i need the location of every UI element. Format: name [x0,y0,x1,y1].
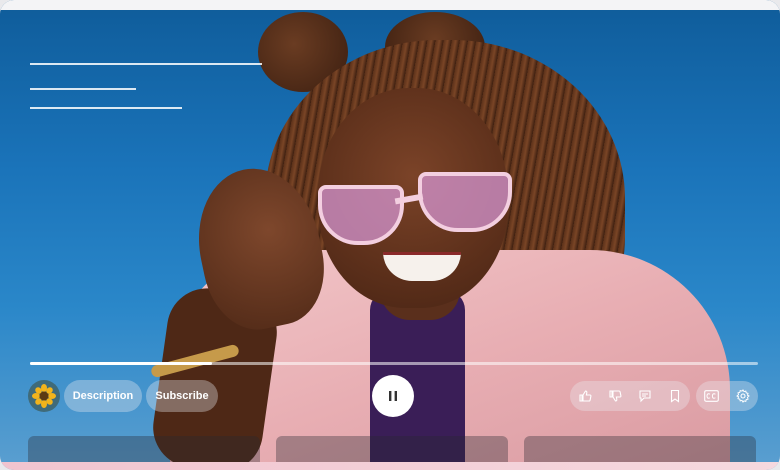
thumbs-up-icon [579,390,592,402]
gear-icon [735,389,750,403]
pause-icon [389,391,397,401]
comments-button[interactable] [630,381,660,411]
progress-fill [30,362,212,365]
description-label: Description [72,390,134,402]
title-line [30,63,262,65]
title-line [30,107,182,109]
description-button[interactable]: Description [64,380,142,412]
sunflower-icon [32,384,56,408]
pause-button[interactable] [372,375,414,417]
video-player[interactable]: Description Subscribe [0,0,780,470]
settings-group [696,381,758,411]
captions-button[interactable] [697,381,727,411]
cc-icon [704,390,719,402]
progress-bar[interactable] [30,362,758,365]
comment-icon [639,390,651,403]
bookmark-icon [670,389,680,403]
save-button[interactable] [660,381,690,411]
top-strip [0,0,780,10]
subscribe-label: Subscribe [155,390,209,402]
like-button[interactable] [570,381,600,411]
title-line [30,88,136,90]
channel-avatar[interactable] [28,380,60,412]
subscribe-button[interactable]: Subscribe [146,380,218,412]
action-group [570,381,690,411]
bottom-band [0,462,780,470]
thumbs-down-icon [609,390,622,402]
settings-button[interactable] [728,381,758,411]
dislike-button[interactable] [600,381,630,411]
